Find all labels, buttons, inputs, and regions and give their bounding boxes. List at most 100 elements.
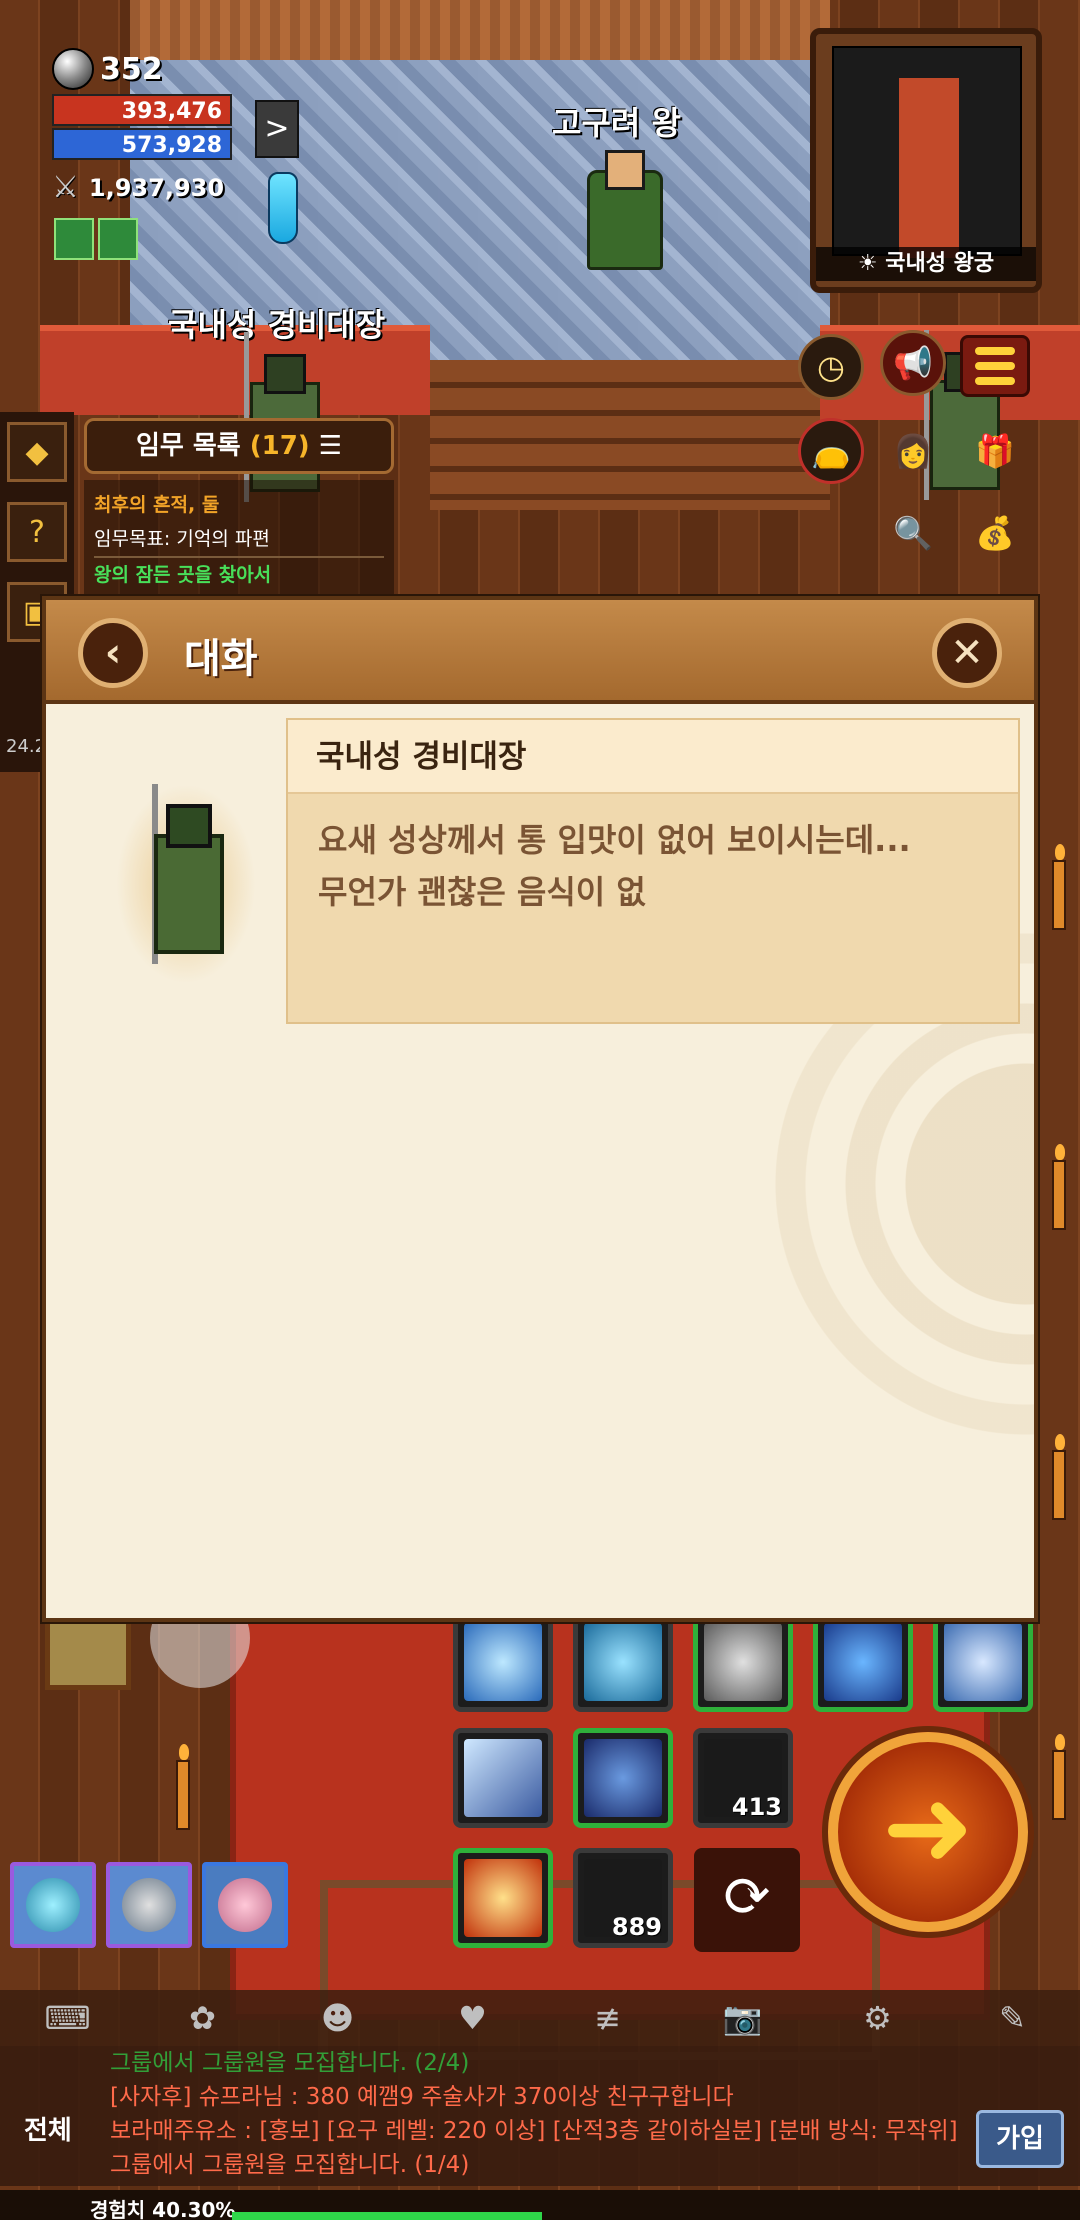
speaker-portrait bbox=[116, 784, 256, 984]
candle-icon bbox=[176, 1744, 190, 1830]
gift-icon[interactable]: 🎁 bbox=[962, 418, 1028, 484]
spear bbox=[244, 332, 249, 502]
buff-icon[interactable] bbox=[98, 218, 138, 260]
chat-line: [사자후] 슈프라님 : 380 예깸9 주술사가 370이상 친구구합니다 bbox=[110, 2084, 734, 2110]
skill-slot[interactable] bbox=[813, 1612, 913, 1712]
pet-slot[interactable] bbox=[106, 1862, 192, 1948]
quest-count: (17) bbox=[249, 431, 310, 461]
chat-panel[interactable]: 전체 그룹에서 그룹원을 모집합니다. (2/4) [사자후] 슈프라님 : 3… bbox=[0, 2046, 1080, 2186]
item-count: 413 bbox=[731, 1793, 782, 1821]
chat-tab-all[interactable]: 전체 bbox=[24, 2110, 72, 2147]
minimap[interactable]: ☀ 국내성 왕궁 bbox=[810, 28, 1042, 293]
candle-icon bbox=[1052, 1434, 1066, 1520]
edit-settings-icon[interactable]: ✎ bbox=[983, 1999, 1043, 2037]
quest-title: 최후의 흔적, 둘 bbox=[94, 494, 220, 516]
ice-storm-icon bbox=[464, 1739, 542, 1817]
combat-power: ⚔ 1,937,930 bbox=[52, 170, 224, 205]
pig-pet-icon bbox=[218, 1878, 272, 1932]
main-menu-button[interactable] bbox=[960, 335, 1030, 397]
menu-line bbox=[975, 362, 1015, 370]
quest-list-label: 임무 목록 bbox=[135, 431, 241, 461]
buff-icon[interactable] bbox=[54, 218, 94, 260]
emoji-icon[interactable]: ☻ bbox=[308, 1999, 368, 2037]
skill-slot[interactable] bbox=[453, 1728, 553, 1828]
pet-icon[interactable]: ✿ bbox=[173, 1999, 233, 2037]
chat-line: 그룹에서 그룹원을 모집합니다. (1/4) bbox=[110, 2152, 470, 2178]
keyboard-icon[interactable]: ⌨ bbox=[38, 1999, 98, 2037]
quest-list-header[interactable]: 임무 목록 (17) ☰ bbox=[84, 418, 394, 474]
camera-icon[interactable]: 📷 bbox=[713, 1999, 773, 2037]
buff-list bbox=[54, 218, 138, 260]
crossed-swords-icon: ⚔ bbox=[52, 170, 79, 205]
pouch-icon[interactable]: 👝 bbox=[798, 418, 864, 484]
king-name-label: 고구려 왕 bbox=[552, 104, 681, 142]
quest-scroll-icon[interactable]: ? bbox=[7, 502, 67, 562]
speaker-name: 국내성 경비대장 bbox=[288, 720, 1018, 794]
portrait-body bbox=[154, 834, 224, 954]
pet-slot[interactable] bbox=[10, 1862, 96, 1948]
exp-fill bbox=[232, 2212, 542, 2220]
water-spirit-icon bbox=[584, 1623, 662, 1701]
candle-icon bbox=[1052, 1144, 1066, 1230]
quest-panel[interactable]: 최후의 흔적, 둘 임무목표: 기억의 파편 왕의 잠든 곳을 찾아서 bbox=[84, 480, 394, 600]
expand-stats-button[interactable]: > bbox=[255, 100, 299, 158]
skill-slot[interactable] bbox=[453, 1848, 553, 1948]
bottom-toolbar: ⌨ ✿ ☻ ♥ ≢ 📷 ⚙ ✎ bbox=[0, 1990, 1080, 2046]
tiger-icon bbox=[704, 1623, 782, 1701]
dragon-shield-icon bbox=[584, 1739, 662, 1817]
character-icon[interactable]: 👩 bbox=[880, 418, 946, 484]
skill-slot[interactable] bbox=[933, 1612, 1033, 1712]
clock-icon[interactable]: ◷ bbox=[798, 334, 864, 400]
mp-bar: 573,928 bbox=[52, 128, 232, 160]
reward-bag-icon[interactable]: 💰 bbox=[962, 500, 1028, 566]
settings-icon[interactable]: ⚙ bbox=[848, 1999, 908, 2037]
chat-line: 그룹에서 그룹원을 모집합니다. (2/4) bbox=[110, 2050, 470, 2076]
quest-icon[interactable]: ≢ bbox=[578, 1999, 638, 2037]
portrait-head bbox=[166, 804, 212, 848]
dialog-header: ‹ 대화 ✕ bbox=[46, 600, 1034, 704]
palace-wall bbox=[130, 0, 830, 60]
side-note: 24.2 bbox=[6, 736, 47, 757]
megaphone-icon[interactable]: 📢 bbox=[880, 330, 946, 396]
collapse-arrow-icon[interactable]: ◆ bbox=[7, 422, 67, 482]
speech-line: 요새 성상께서 통 입맛이 없어 보이시는데... bbox=[318, 821, 911, 859]
speech-box[interactable]: 국내성 경비대장 요새 성상께서 통 입맛이 없어 보이시는데... 무언가 괜… bbox=[286, 718, 1020, 1024]
menu-line bbox=[975, 347, 1015, 355]
sun-icon: ☀ bbox=[857, 251, 878, 276]
skill-slot[interactable] bbox=[573, 1612, 673, 1712]
attack-button[interactable]: ➜ bbox=[828, 1732, 1028, 1932]
pearl-icon bbox=[52, 48, 94, 90]
speech-text: 요새 성상께서 통 입맛이 없어 보이시는데... 무언가 괜찮은 음식이 없 bbox=[288, 794, 1018, 938]
wolf-pet-icon bbox=[122, 1878, 176, 1932]
skill-slot[interactable] bbox=[693, 1612, 793, 1712]
king-npc[interactable] bbox=[575, 150, 675, 270]
gold-value: 352 bbox=[100, 51, 163, 87]
quest-objective: 임무목표: 기억의 파편 bbox=[94, 522, 384, 558]
search-icon[interactable]: 🔍 bbox=[880, 500, 946, 566]
stairs bbox=[430, 360, 830, 510]
dialog-title: 대화 bbox=[184, 636, 258, 682]
minimap-carpet bbox=[899, 78, 959, 258]
exp-bar: 경험치 40.30% bbox=[0, 2190, 1080, 2220]
skill-slot[interactable] bbox=[573, 1728, 673, 1828]
skill-slot[interactable] bbox=[453, 1612, 553, 1712]
dialog-window: ‹ 대화 ✕ 국내성 경비대장 요새 성상께서 통 입맛이 없어 보이시는데..… bbox=[42, 596, 1038, 1622]
list-icon: ☰ bbox=[318, 431, 343, 461]
hp-bar: 393,476 bbox=[52, 94, 232, 126]
join-group-button[interactable]: 가입 bbox=[976, 2110, 1064, 2168]
back-button[interactable]: ‹ bbox=[78, 618, 148, 688]
close-button[interactable]: ✕ bbox=[932, 618, 1002, 688]
shield-buff-icon bbox=[944, 1623, 1022, 1701]
potion-icon[interactable] bbox=[268, 172, 298, 244]
pet-slot[interactable] bbox=[202, 1862, 288, 1948]
exp-label: 경험치 40.30% bbox=[90, 2198, 236, 2220]
item-count: 889 bbox=[611, 1913, 662, 1941]
item-slot[interactable]: 889 bbox=[573, 1848, 673, 1948]
storage-box-icon[interactable] bbox=[45, 1610, 131, 1690]
lightning-orb-icon bbox=[464, 1623, 542, 1701]
item-slot[interactable]: 413 bbox=[693, 1728, 793, 1828]
minimap-location: ☀ 국내성 왕궁 bbox=[816, 247, 1036, 281]
heart-icon[interactable]: ♥ bbox=[443, 1999, 503, 2037]
arrow-right-icon: ➜ bbox=[881, 1763, 975, 1891]
minimap-location-label: 국내성 왕궁 bbox=[885, 251, 995, 276]
